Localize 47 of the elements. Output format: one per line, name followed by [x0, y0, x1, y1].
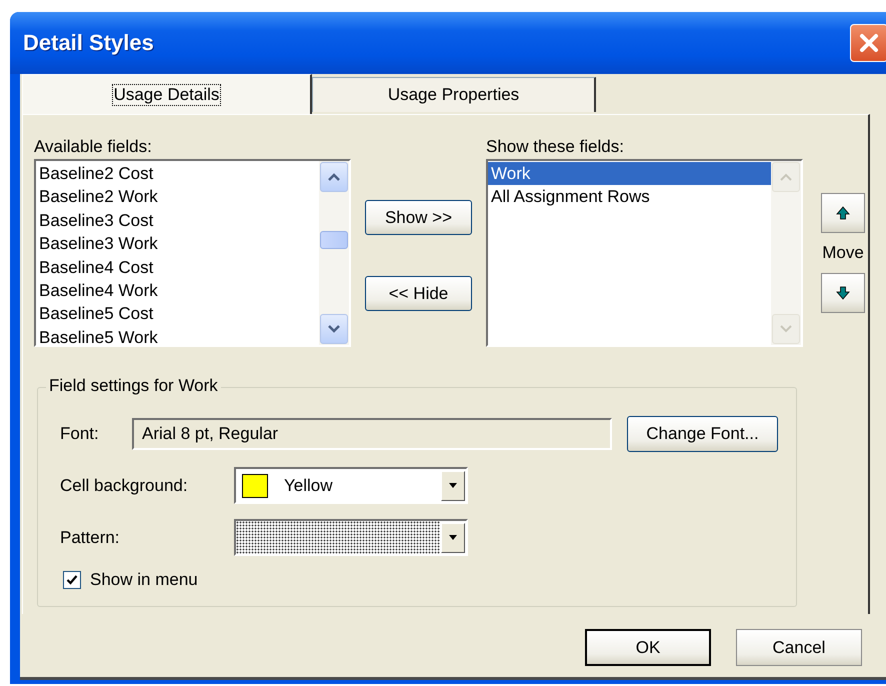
- cell-background-dropdown[interactable]: Yellow: [234, 467, 468, 504]
- list-item[interactable]: Baseline3 Work: [36, 232, 319, 256]
- shown-fields-list[interactable]: Work All Assignment Rows: [486, 159, 803, 347]
- close-button[interactable]: [850, 24, 886, 62]
- list-item[interactable]: Baseline4 Work: [36, 278, 319, 302]
- available-fields-list[interactable]: Baseline2 Cost Baseline2 Work Baseline3 Cost Baseline3 Work Baseline4 Cost Baseline4 Work Baseline5 Cost Baseline5 Work: [34, 159, 351, 347]
- chevron-down-icon: [779, 324, 793, 334]
- change-font-button[interactable]: Change Font...: [627, 416, 778, 452]
- list-item[interactable]: Work: [488, 162, 771, 186]
- checkbox[interactable]: [63, 571, 81, 589]
- show-button[interactable]: Show >>: [365, 200, 472, 235]
- chevron-up-icon: [327, 172, 341, 182]
- list-item[interactable]: Baseline5 Cost: [36, 302, 319, 326]
- close-icon: [858, 32, 880, 54]
- pattern-label: Pattern:: [60, 528, 121, 548]
- scroll-up-button[interactable]: [320, 162, 348, 192]
- available-fields-label: Available fields:: [34, 137, 153, 158]
- move-down-button[interactable]: [821, 273, 865, 313]
- font-label: Font:: [60, 424, 100, 444]
- list-item[interactable]: Baseline4 Cost: [36, 256, 319, 279]
- check-icon: [66, 574, 78, 586]
- font-field: Arial 8 pt, Regular: [132, 418, 612, 450]
- move-up-button[interactable]: [821, 193, 865, 233]
- arrow-down-icon: [835, 285, 851, 301]
- scroll-down-button[interactable]: [320, 314, 348, 344]
- show-in-menu-label: Show in menu: [90, 570, 198, 590]
- list-item[interactable]: Baseline5 Work: [36, 326, 319, 350]
- list-item[interactable]: Baseline3 Cost: [36, 208, 319, 232]
- chevron-down-icon: [327, 324, 341, 334]
- arrow-up-icon: [835, 205, 851, 221]
- list-item[interactable]: Baseline2 Work: [36, 185, 319, 209]
- hide-button[interactable]: << Hide: [365, 276, 472, 311]
- move-label: Move: [821, 243, 865, 263]
- window-title: Detail Styles: [23, 30, 154, 56]
- scroll-thumb[interactable]: [320, 231, 348, 249]
- pattern-dropdown[interactable]: [234, 519, 468, 556]
- list-item[interactable]: Baseline2 Cost: [36, 162, 319, 186]
- tab[interactable]: Usage Properties: [312, 77, 596, 112]
- chevron-up-icon: [779, 172, 793, 182]
- ok-button[interactable]: OK: [585, 629, 711, 666]
- cell-background-label: Cell background:: [60, 476, 189, 496]
- show-these-fields-label: Show these fields:: [486, 137, 625, 158]
- list-item[interactable]: All Assignment Rows: [488, 185, 771, 209]
- group-title: Field settings for Work: [46, 376, 221, 396]
- scrollbar[interactable]: [319, 161, 349, 345]
- tab[interactable]: Usage Details: [22, 74, 312, 114]
- cancel-button[interactable]: Cancel: [736, 629, 862, 666]
